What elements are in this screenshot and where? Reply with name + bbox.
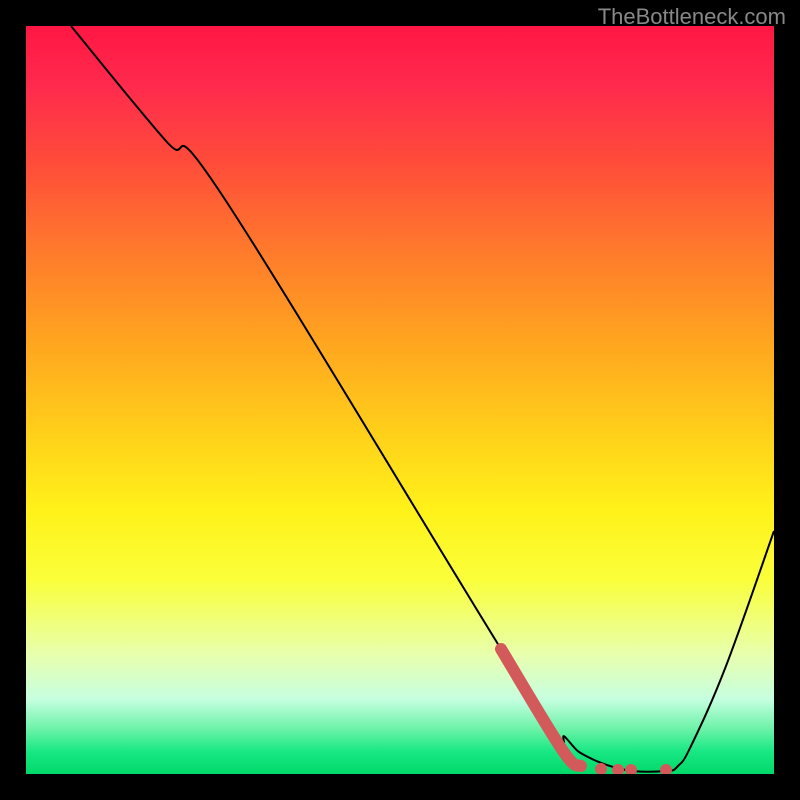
chart-dot [625, 764, 637, 774]
chart-frame: TheBottleneck.com [0, 0, 800, 800]
chart-highlight-layer [26, 26, 774, 774]
chart-dot [595, 763, 607, 774]
chart-dot [612, 764, 624, 774]
chart-plot-area [26, 26, 774, 774]
watermark-text: TheBottleneck.com [598, 4, 786, 30]
chart-dot [660, 764, 672, 774]
